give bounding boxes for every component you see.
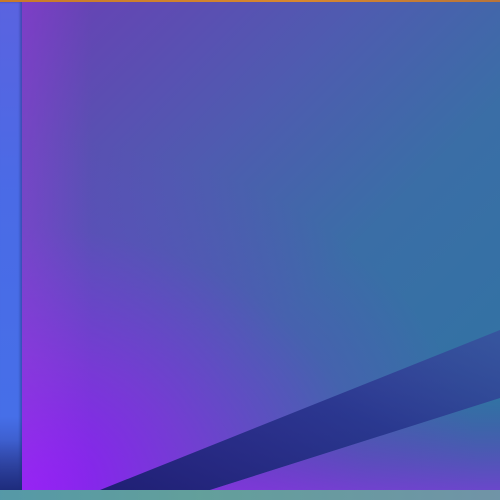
left-strip-bottom-shade [0, 440, 22, 490]
dark-diagonal-wedge [0, 330, 500, 490]
bottom-accent-rule [0, 490, 500, 500]
abstract-gradient-canvas [0, 0, 500, 500]
